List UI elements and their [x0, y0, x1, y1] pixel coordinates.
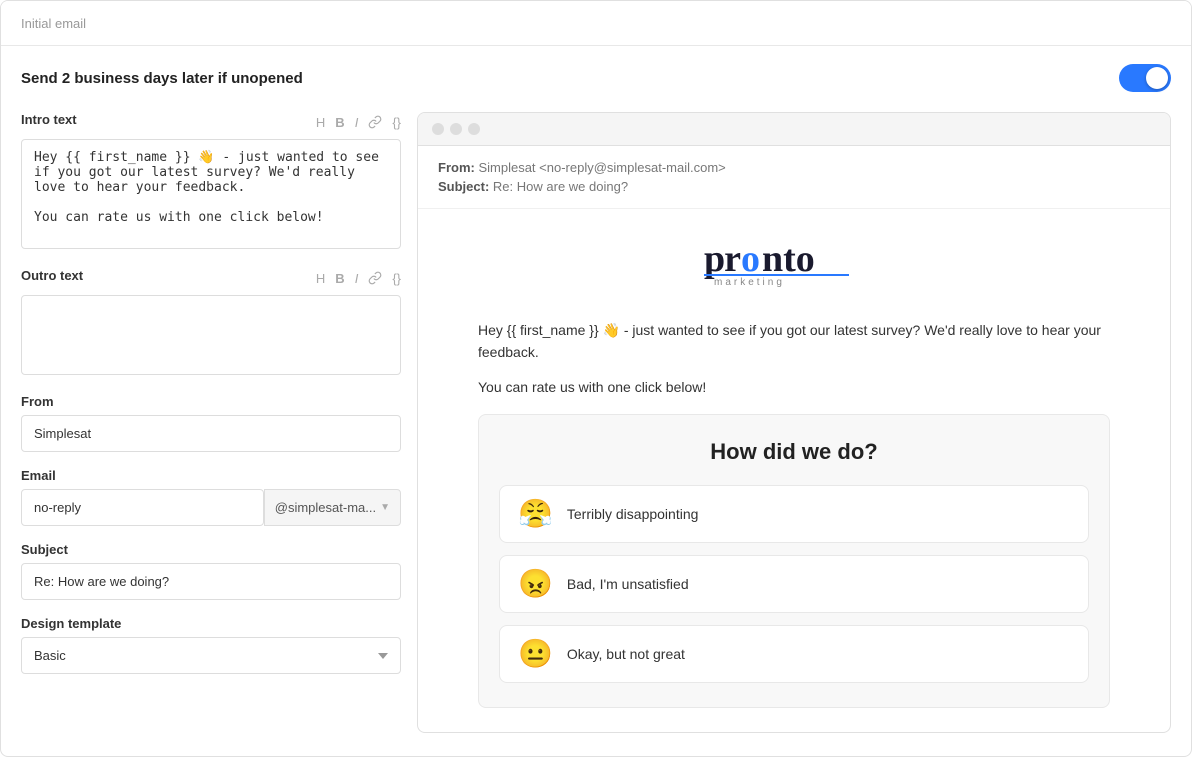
intro-field-group: Intro text H B I {} Hey {{ first_name }}…: [21, 112, 401, 252]
survey-option-text-3: Okay, but not great: [567, 646, 685, 662]
browser-bar: [418, 113, 1170, 146]
send-row: Send 2 business days later if unopened: [21, 64, 1171, 92]
survey-option-1[interactable]: 😤 Terribly disappointing: [499, 485, 1089, 543]
browser-dot-1: [432, 123, 444, 135]
email-meta: From: Simplesat <no-reply@simplesat-mail…: [418, 146, 1170, 209]
outro-link-icon[interactable]: [368, 271, 382, 287]
email-row: no-reply @simplesat-ma... ▼: [21, 489, 401, 526]
design-label: Design template: [21, 616, 401, 631]
intro-textarea[interactable]: Hey {{ first_name }} 👋 - just wanted to …: [21, 139, 401, 249]
email-domain-select[interactable]: @simplesat-ma... ▼: [264, 489, 401, 526]
survey-emoji-3: 😐: [518, 640, 553, 668]
from-field-group: From Simplesat: [21, 394, 401, 452]
email-domain-text: @simplesat-ma...: [275, 500, 376, 515]
email-prefix-input[interactable]: no-reply: [21, 489, 264, 526]
browser-dot-3: [468, 123, 480, 135]
email-content: pr o nto marketing Hey {{ first_name: [418, 209, 1170, 732]
outro-heading-icon[interactable]: H: [316, 272, 325, 285]
intro-toolbar: H B I {}: [316, 115, 401, 131]
design-field-group: Design template Basic: [21, 616, 401, 674]
subject-label: Subject: [21, 542, 401, 557]
email-subject-line: Subject: Re: How are we doing?: [438, 179, 1150, 194]
italic-icon[interactable]: I: [355, 116, 359, 129]
browser-dot-2: [450, 123, 462, 135]
bold-icon[interactable]: B: [335, 116, 344, 129]
from-value-text: Simplesat <no-reply@simplesat-mail.com>: [478, 160, 725, 175]
outro-field-group: Outro text H B I {}: [21, 268, 401, 378]
email-body-text-2: You can rate us with one click below!: [478, 376, 1110, 398]
send-toggle[interactable]: [1119, 64, 1171, 92]
two-col-layout: Intro text H B I {} Hey {{ first_name }}…: [21, 112, 1171, 733]
svg-text:marketing: marketing: [714, 277, 785, 288]
outro-italic-icon[interactable]: I: [355, 272, 359, 285]
survey-option-text-1: Terribly disappointing: [567, 506, 699, 522]
from-label: From: [21, 394, 401, 409]
main-section: Send 2 business days later if unopened I…: [1, 46, 1191, 733]
toggle-knob: [1146, 67, 1168, 89]
subject-label-text: Subject:: [438, 179, 489, 194]
survey-option-3[interactable]: 😐 Okay, but not great: [499, 625, 1089, 683]
design-select[interactable]: Basic: [21, 637, 401, 674]
chevron-down-icon: ▼: [380, 502, 390, 513]
subject-field-group: Subject Re: How are we doing?: [21, 542, 401, 600]
logo-area: pr o nto marketing: [478, 233, 1110, 291]
email-from-line: From: Simplesat <no-reply@simplesat-mail…: [438, 160, 1150, 175]
outro-label: Outro text: [21, 268, 83, 283]
survey-option-2[interactable]: 😠 Bad, I'm unsatisfied: [499, 555, 1089, 613]
outro-bold-icon[interactable]: B: [335, 272, 344, 285]
send-label: Send 2 business days later if unopened: [21, 70, 303, 87]
from-label-text: From:: [438, 160, 475, 175]
outro-textarea[interactable]: [21, 295, 401, 375]
email-preview-body[interactable]: From: Simplesat <no-reply@simplesat-mail…: [418, 146, 1170, 732]
outro-code-icon[interactable]: {}: [392, 272, 401, 285]
svg-text:pr: pr: [704, 238, 741, 280]
left-panel: Intro text H B I {} Hey {{ first_name }}…: [21, 112, 401, 690]
survey-emoji-2: 😠: [518, 570, 553, 598]
survey-section: How did we do? 😤 Terribly disappointing …: [478, 414, 1110, 708]
survey-emoji-1: 😤: [518, 500, 553, 528]
intro-toolbar-row: Intro text H B I {}: [21, 112, 401, 133]
heading-icon[interactable]: H: [316, 116, 325, 129]
from-input[interactable]: Simplesat: [21, 415, 401, 452]
page-header-title: Initial email: [21, 16, 86, 31]
svg-text:o: o: [741, 238, 760, 280]
outro-toolbar: H B I {}: [316, 271, 401, 287]
survey-title: How did we do?: [499, 439, 1089, 465]
page-header: Initial email: [1, 1, 1191, 46]
email-preview-panel: From: Simplesat <no-reply@simplesat-mail…: [417, 112, 1171, 733]
pronto-logo: pr o nto marketing: [694, 233, 894, 291]
svg-text:nto: nto: [762, 238, 815, 280]
code-icon[interactable]: {}: [392, 116, 401, 129]
subject-value-text: Re: How are we doing?: [493, 179, 628, 194]
outro-toolbar-row: Outro text H B I {}: [21, 268, 401, 289]
subject-input[interactable]: Re: How are we doing?: [21, 563, 401, 600]
email-body-text-1: Hey {{ first_name }} 👋 - just wanted to …: [478, 319, 1110, 364]
link-icon[interactable]: [368, 115, 382, 131]
email-label: Email: [21, 468, 401, 483]
survey-option-text-2: Bad, I'm unsatisfied: [567, 576, 689, 592]
email-field-group: Email no-reply @simplesat-ma... ▼: [21, 468, 401, 526]
intro-label: Intro text: [21, 112, 77, 127]
